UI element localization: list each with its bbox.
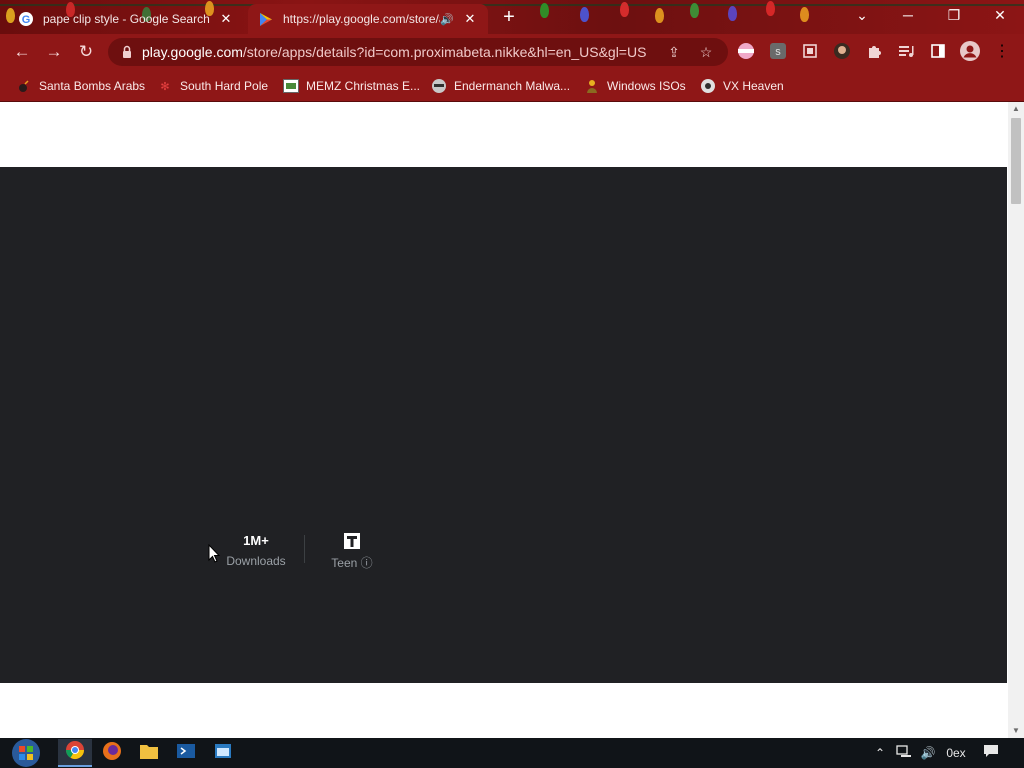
- christmas-light: [540, 3, 549, 18]
- bookmark-vx-heaven[interactable]: VX Heaven: [700, 76, 784, 96]
- url-host: play.google.com: [142, 44, 243, 60]
- page-viewport: 1M+ Downloads Teen ⓘ: [0, 102, 1008, 738]
- side-panel-icon[interactable]: [927, 40, 949, 62]
- bookmark-santa-bombs-arabs[interactable]: Santa Bombs Arabs: [16, 76, 145, 96]
- avatar-extension-icon[interactable]: [831, 40, 853, 62]
- content-rating-text: Teen ⓘ: [318, 554, 386, 571]
- tab-search-chevron-down-icon[interactable]: ⌄: [842, 0, 882, 30]
- media-control-icon[interactable]: [895, 40, 917, 62]
- window-app-icon: [213, 742, 233, 765]
- chrome-icon: [65, 740, 85, 765]
- google-play-icon: [258, 11, 274, 27]
- taskbar-firefox[interactable]: [95, 739, 129, 767]
- bookmark-label: Endermanch Malwa...: [454, 79, 571, 93]
- info-icon[interactable]: ⓘ: [361, 556, 373, 570]
- taskbar-window-app[interactable]: [206, 739, 240, 767]
- reload-icon[interactable]: ↻: [74, 40, 98, 64]
- close-tab-icon[interactable]: ✕: [462, 11, 478, 27]
- christmas-light: [690, 3, 699, 18]
- page-scrollbar[interactable]: ▲ ▼: [1008, 102, 1024, 738]
- scroll-down-arrow-icon[interactable]: ▼: [1008, 724, 1024, 738]
- bookmark-memz-christmas[interactable]: MEMZ Christmas E...: [283, 76, 420, 96]
- christmas-light: [766, 1, 775, 16]
- bookmark-label: MEMZ Christmas E...: [306, 79, 421, 93]
- lock-icon[interactable]: [119, 44, 135, 60]
- system-clock[interactable]: 0ex: [940, 744, 972, 762]
- bookmark-south-hard-pole[interactable]: ✻ South Hard Pole: [157, 76, 268, 96]
- volume-icon[interactable]: 🔊: [919, 744, 937, 762]
- bookmark-windows-isos[interactable]: Windows ISOs: [584, 76, 686, 96]
- christmas-light: [655, 8, 664, 23]
- scrollbar-thumb[interactable]: [1011, 118, 1021, 204]
- extension-flag-icon[interactable]: [735, 40, 757, 62]
- tab-google-search[interactable]: G pape clip style - Google Search ✕: [8, 4, 244, 34]
- tab-play-store[interactable]: https://play.google.com/store/apps/detai…: [248, 4, 488, 34]
- mouse-cursor-icon: [208, 544, 221, 563]
- bomb-icon: [16, 78, 32, 94]
- profile-avatar-icon[interactable]: [959, 40, 981, 62]
- bookmark-label: Santa Bombs Arabs: [39, 79, 146, 93]
- share-icon[interactable]: ⇪: [664, 42, 684, 62]
- address-bar[interactable]: play.google.com/store/apps/details?id=co…: [108, 38, 728, 66]
- restore-icon[interactable]: ❐: [934, 0, 974, 30]
- bookmark-endermanch-malware[interactable]: Endermanch Malwa...: [431, 76, 570, 96]
- christmas-light: [800, 7, 809, 22]
- downloads-label: Downloads: [226, 554, 286, 568]
- puzzle-extensions-icon[interactable]: [863, 40, 885, 62]
- tray-overflow-chevron-up-icon[interactable]: ⌃: [872, 744, 888, 762]
- back-arrow-icon[interactable]: ←: [10, 40, 34, 64]
- bookmarks-bar: Santa Bombs Arabs ✻ South Hard Pole MEMZ…: [0, 70, 1024, 102]
- snowflake-icon: ✻: [160, 80, 170, 93]
- teen-rating-icon: [318, 532, 386, 550]
- taskbar-chrome[interactable]: [58, 739, 92, 767]
- scroll-up-arrow-icon[interactable]: ▲: [1008, 102, 1024, 116]
- chrome-menu-icon[interactable]: ⋮: [991, 40, 1013, 62]
- forward-arrow-icon[interactable]: →: [42, 40, 66, 64]
- tab-title: pape clip style - Google Search: [43, 12, 210, 26]
- minimize-icon[interactable]: ─: [888, 0, 928, 30]
- taskbar-file-explorer[interactable]: [132, 739, 166, 767]
- bookmark-label: South Hard Pole: [180, 79, 269, 93]
- close-tab-icon[interactable]: ✕: [218, 11, 234, 27]
- christmas-light: [728, 6, 737, 21]
- file-explorer-icon: [139, 742, 159, 765]
- vx-logo-icon: [700, 78, 716, 94]
- firefox-icon: [102, 741, 122, 766]
- speaker-icon[interactable]: 🔊: [440, 13, 454, 26]
- content-rating-stat[interactable]: Teen ⓘ: [318, 532, 386, 571]
- bookmark-star-icon[interactable]: ☆: [696, 42, 716, 62]
- bookmark-label: VX Heaven: [723, 79, 784, 93]
- extension-s-icon[interactable]: s: [767, 40, 789, 62]
- person-icon: [584, 78, 600, 94]
- christmas-light: [580, 7, 589, 22]
- google-g-icon: G: [18, 11, 34, 27]
- downloads-stat: 1M+ Downloads: [216, 532, 296, 568]
- svg-text:s: s: [775, 46, 781, 58]
- content-rating-label: Teen: [331, 556, 358, 570]
- action-center-icon[interactable]: [980, 744, 1002, 762]
- url-text: play.google.com/store/apps/details?id=co…: [142, 44, 646, 60]
- stat-divider: [304, 535, 305, 563]
- downloads-count: 1M+: [243, 533, 269, 548]
- new-tab-button[interactable]: +: [499, 7, 519, 27]
- tab-title: https://play.google.com/store/apps/detai…: [283, 12, 440, 26]
- windows-taskbar: ⌃ 🔊 0ex: [0, 738, 1024, 768]
- network-icon[interactable]: [895, 744, 913, 762]
- url-path: /store/apps/details?id=com.proximabeta.n…: [242, 44, 647, 60]
- taskbar-powershell[interactable]: [169, 739, 203, 767]
- screenshot-extension-icon[interactable]: [799, 40, 821, 62]
- image-icon: [283, 78, 299, 94]
- start-button[interactable]: [8, 738, 44, 768]
- raccoon-icon: [431, 78, 447, 94]
- christmas-light: [620, 2, 629, 17]
- app-hero-banner: 1M+ Downloads Teen ⓘ: [0, 167, 1007, 683]
- powershell-icon: [176, 742, 196, 765]
- browser-chrome: G pape clip style - Google Search ✕ http…: [0, 0, 1024, 102]
- svg-text:G: G: [22, 14, 31, 26]
- tab-strip: G pape clip style - Google Search ✕ http…: [0, 0, 1024, 34]
- window-close-icon[interactable]: ✕: [980, 0, 1020, 30]
- bookmark-label: Windows ISOs: [607, 79, 686, 93]
